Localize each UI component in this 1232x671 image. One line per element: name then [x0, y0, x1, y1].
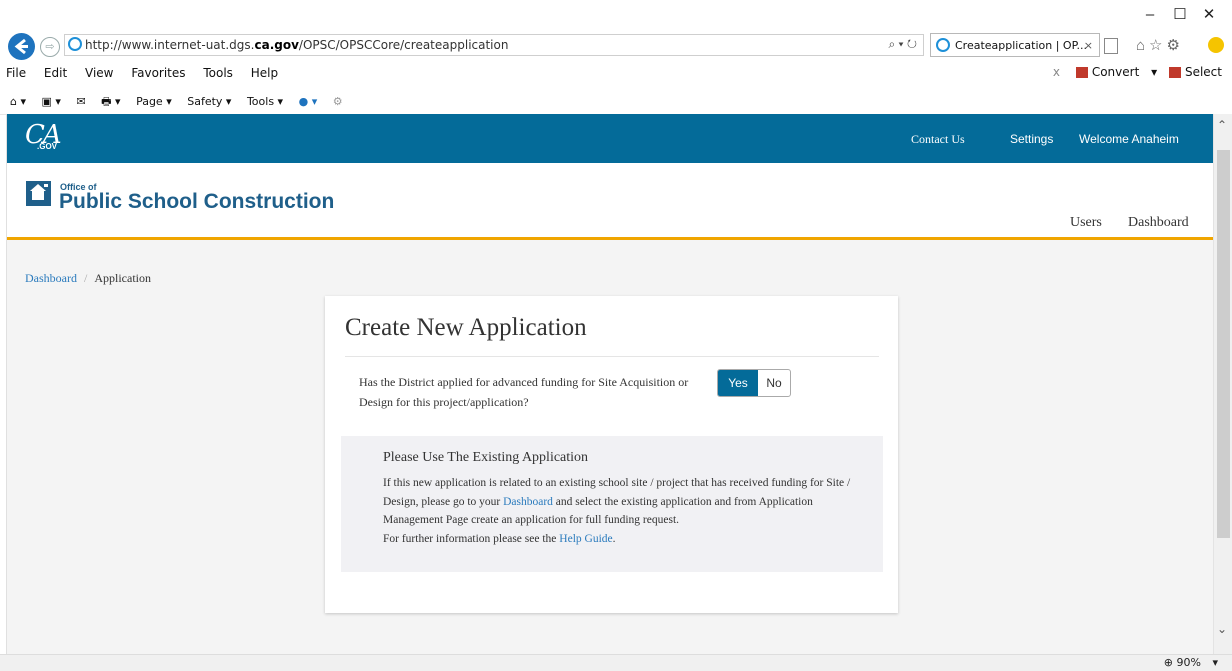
- new-tab-button[interactable]: [1104, 38, 1118, 54]
- browser-tab[interactable]: Createapplication | OP... ×: [930, 33, 1100, 57]
- print-icon[interactable]: 🖶 ▾: [101, 93, 120, 112]
- tab-close-icon[interactable]: ×: [1084, 39, 1093, 52]
- minimize-button[interactable]: –: [1140, 6, 1160, 24]
- notice-dashboard-link[interactable]: Dashboard: [503, 496, 553, 508]
- scroll-thumb[interactable]: [1217, 150, 1230, 538]
- command-bar: ⌂ ▾ ▣ ▾ ✉ 🖶 ▾ Page ▾ Safety ▾ Tools ▾ ● …: [10, 93, 355, 112]
- tab-ie-icon: [936, 38, 950, 52]
- menu-file[interactable]: File: [6, 66, 26, 80]
- help-icon[interactable]: ● ▾: [299, 95, 318, 108]
- address-url: http://www.internet-uat.dgs.ca.gov/OPSC/…: [85, 38, 509, 52]
- funding-question: Has the District applied for advanced fu…: [359, 375, 689, 409]
- menu-help[interactable]: Help: [251, 66, 278, 80]
- close-window-button[interactable]: ✕: [1199, 6, 1219, 24]
- tab-title: Createapplication | OP...: [955, 39, 1087, 52]
- brand-title[interactable]: Public School Construction: [59, 190, 334, 214]
- pdf-toolbar: x Convert ▾ Select: [1053, 65, 1222, 79]
- mail-icon[interactable]: ✉: [76, 95, 85, 108]
- create-application-card: Create New Application Has the District …: [325, 296, 898, 613]
- scroll-up-icon[interactable]: ⌃: [1217, 118, 1227, 132]
- divider: [345, 356, 879, 357]
- zoom-dropdown-icon: ▾: [1212, 656, 1218, 669]
- breadcrumb: Dashboard / Application: [25, 271, 151, 286]
- close-toolbar-icon[interactable]: x: [1053, 65, 1060, 79]
- tools-menu[interactable]: Tools ▾: [247, 95, 283, 108]
- vertical-scrollbar[interactable]: ⌃ ⌄: [1213, 114, 1232, 654]
- page-menu[interactable]: Page ▾: [136, 95, 172, 108]
- dashboard-link[interactable]: Dashboard: [1128, 215, 1189, 231]
- contact-us-link[interactable]: Contact Us: [911, 132, 965, 147]
- breadcrumb-separator: /: [83, 271, 88, 285]
- web-page: CA .GOV Contact Us Settings Welcome Anah…: [6, 114, 1214, 654]
- forward-button[interactable]: ⇨: [40, 37, 60, 57]
- yes-no-toggle: Yes No: [717, 369, 791, 397]
- zoom-level: 90%: [1176, 656, 1201, 669]
- yes-button[interactable]: Yes: [718, 370, 758, 396]
- browser-chrome: – ☐ ✕ ⇨ http://www.internet-uat.dgs.ca.g…: [0, 0, 1232, 115]
- breadcrumb-dashboard[interactable]: Dashboard: [25, 271, 77, 285]
- home-favorites-settings-icons[interactable]: ⌂☆⚙: [1136, 36, 1184, 54]
- help-guide-link[interactable]: Help Guide: [559, 533, 612, 545]
- menu-view[interactable]: View: [85, 66, 113, 80]
- feeds-icon[interactable]: ▣ ▾: [42, 95, 61, 108]
- back-arrow-icon: [14, 38, 28, 55]
- scroll-down-icon[interactable]: ⌄: [1217, 622, 1227, 636]
- safety-menu[interactable]: Safety ▾: [187, 95, 231, 108]
- ie-logo-icon: [68, 37, 82, 51]
- convert-dropdown-icon[interactable]: ▾: [1151, 65, 1157, 79]
- convert-button[interactable]: Convert: [1092, 65, 1139, 79]
- existing-application-notice: Please Use The Existing Application If t…: [341, 436, 883, 572]
- site-header: Office of Public School Construction Use…: [7, 163, 1214, 240]
- menu-edit[interactable]: Edit: [44, 66, 67, 80]
- schoolhouse-icon: [26, 181, 51, 206]
- breadcrumb-current: Application: [94, 271, 151, 285]
- menu-bar: File Edit View Favorites Tools Help: [6, 66, 292, 80]
- notice-title: Please Use The Existing Application: [383, 450, 589, 465]
- convert-icon: [1075, 67, 1088, 78]
- gear-icon[interactable]: ⚙: [333, 95, 343, 108]
- settings-link[interactable]: Settings: [1010, 132, 1053, 146]
- users-link[interactable]: Users: [1070, 215, 1102, 231]
- zoom-icon: ⊕: [1163, 656, 1174, 669]
- menu-favorites[interactable]: Favorites: [131, 66, 185, 80]
- notice-text: If this new application is related to an…: [383, 477, 851, 545]
- welcome-user-link[interactable]: Welcome Anaheim: [1079, 132, 1179, 146]
- home-icon[interactable]: ⌂ ▾: [10, 95, 26, 108]
- status-bar: ⊕ 90% ▾: [0, 654, 1232, 671]
- search-refresh-icons[interactable]: ⌕ ▾ ↻: [888, 37, 917, 52]
- address-bar[interactable]: http://www.internet-uat.dgs.ca.gov/OPSC/…: [64, 34, 924, 56]
- ca-gov-logo-sub: .GOV: [37, 142, 58, 151]
- feedback-smiley-icon[interactable]: [1208, 37, 1224, 53]
- zoom-control[interactable]: ⊕ 90% ▾: [1164, 656, 1218, 669]
- back-button[interactable]: [8, 33, 35, 60]
- select-icon: [1168, 67, 1181, 78]
- menu-tools[interactable]: Tools: [203, 66, 233, 80]
- select-button[interactable]: Select: [1185, 65, 1222, 79]
- maximize-button[interactable]: ☐: [1170, 6, 1190, 24]
- top-navigation: CA .GOV Contact Us Settings Welcome Anah…: [7, 114, 1214, 163]
- page-title: Create New Application: [345, 314, 587, 341]
- no-button[interactable]: No: [758, 370, 790, 396]
